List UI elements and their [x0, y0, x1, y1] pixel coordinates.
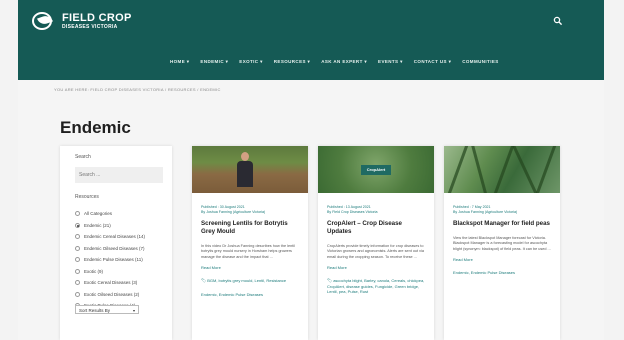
- search-icon[interactable]: [553, 16, 563, 26]
- chevron-down-icon: ▾: [132, 308, 135, 313]
- radio-button[interactable]: [75, 245, 80, 251]
- author-icon: By Joshua Fanning (Agriculture Victoria): [201, 210, 266, 214]
- breadcrumb[interactable]: YOU ARE HERE: FIELD CROP DISEASES VICTOR…: [54, 87, 221, 92]
- read-more-link[interactable]: Read More: [201, 265, 308, 270]
- search-input[interactable]: Search ...: [75, 167, 163, 183]
- card-excerpt: View the latest Blackspot Manager foreca…: [453, 236, 551, 251]
- radio-button[interactable]: [75, 268, 80, 274]
- card-tags[interactable]: 🏷 ascochyta blight, Barley, canola, Cere…: [327, 278, 425, 294]
- resource-card: Published : 30 August 2021 By Joshua Fan…: [192, 146, 308, 340]
- filter-option[interactable]: Exotic (9): [75, 266, 145, 278]
- radio-button-selected[interactable]: [75, 222, 80, 228]
- card-excerpt: CropAlerts provide timely information fo…: [327, 244, 425, 259]
- filter-label: All Categories: [84, 211, 113, 217]
- cropalert-badge: CropAlert: [361, 165, 391, 175]
- card-excerpt: In this video Dr Joshua Fanning describe…: [201, 244, 295, 259]
- filter-label: Endemic (21): [84, 222, 111, 228]
- radio-button[interactable]: [75, 234, 80, 240]
- filter-option[interactable]: Exotic Oilseed Diseases (2): [75, 289, 145, 301]
- radio-button[interactable]: [75, 257, 80, 263]
- filter-option[interactable]: Endemic (21): [75, 220, 145, 232]
- filter-label: Exotic Oilseed Diseases (2): [84, 291, 140, 297]
- filter-sidebar: Search Search ... Resources All Categori…: [60, 146, 172, 340]
- filter-option[interactable]: Exotic Cereal Diseases (3): [75, 277, 145, 289]
- logo-icon: [32, 10, 58, 32]
- sort-label: Sort Results By: [79, 307, 111, 313]
- card-tags[interactable]: 🏷 BGM, botrytis grey mould, Lentil, Resi…: [201, 278, 299, 283]
- author-name: By Joshua Fanning (Agriculture Victoria): [453, 210, 518, 214]
- nav-resources[interactable]: RESOURCES ▾: [274, 59, 310, 65]
- card-categories[interactable]: Endemic, Endemic Pulse Diseases: [201, 292, 299, 297]
- card-tags-text[interactable]: BGM, botrytis grey mould, Lentil, Resist…: [207, 278, 286, 283]
- page-content: YOU ARE HERE: FIELD CROP DISEASES VICTOR…: [18, 80, 604, 340]
- resources-label: Resources: [75, 194, 99, 200]
- filter-option[interactable]: Endemic Pulse Diseases (11): [75, 254, 145, 266]
- search-label: Search: [75, 154, 91, 160]
- nav-home[interactable]: HOME ▾: [170, 59, 189, 65]
- card-title[interactable]: Screening Lentils for Botrytis Grey Moul…: [201, 220, 299, 236]
- nav-endemic[interactable]: ENDEMIC ▾: [200, 59, 228, 65]
- read-more-link[interactable]: Read More: [453, 257, 560, 262]
- nav-exotic[interactable]: EXOTIC ▾: [239, 59, 262, 65]
- resource-card: Published : 7 May 2021 By Joshua Fanning…: [444, 146, 560, 340]
- radio-button[interactable]: [75, 291, 80, 297]
- resource-card: CropAlert Published : 13 August 2021 By …: [318, 146, 434, 340]
- filter-label: Endemic Pulse Diseases (11): [84, 257, 143, 263]
- logo-title: FIELD CROP: [62, 11, 132, 24]
- main-nav: HOME ▾ ENDEMIC ▾ EXOTIC ▾ RESOURCES ▾ AS…: [170, 59, 510, 65]
- card-image[interactable]: CropAlert: [318, 146, 434, 193]
- filter-option[interactable]: All Categories: [75, 208, 145, 220]
- card-meta: Published : 13 August 2021 By Field Crop…: [327, 205, 434, 215]
- card-title[interactable]: CropAlert – Crop Disease Updates: [327, 220, 425, 236]
- site-logo[interactable]: FIELD CROP DISEASES VICTORIA: [32, 10, 132, 32]
- sort-select[interactable]: Sort Results By ▾: [75, 305, 139, 314]
- card-meta: Published : 30 August 2021 By Joshua Fan…: [201, 205, 308, 215]
- filter-label: Exotic Cereal Diseases (3): [84, 280, 138, 286]
- radio-button[interactable]: [75, 280, 80, 286]
- logo-subtitle: DISEASES VICTORIA: [62, 23, 118, 30]
- site-header: FIELD CROP DISEASES VICTORIA HOME ▾ ENDE…: [18, 0, 604, 80]
- card-meta: Published : 7 May 2021 By Joshua Fanning…: [453, 205, 560, 215]
- card-categories[interactable]: Endemic, Endemic Pulse Diseases: [453, 270, 551, 275]
- category-filter-list: All Categories Endemic (21) Endemic Cere…: [75, 208, 145, 312]
- card-title[interactable]: Blackspot Manager for field peas: [453, 220, 551, 228]
- read-more-link[interactable]: Read More: [327, 265, 434, 270]
- card-tags-text[interactable]: ascochyta blight, Barley, canola, Cereal…: [327, 278, 424, 294]
- nav-communities[interactable]: COMMUNITIES: [462, 59, 498, 65]
- filter-label: Endemic Cereal Diseases (14): [84, 234, 146, 240]
- nav-ask-an-expert[interactable]: ASK AN EXPERT ▾: [321, 59, 367, 65]
- filter-label: Endemic Oilseed Diseases (7): [84, 245, 145, 251]
- radio-button[interactable]: [75, 211, 80, 217]
- page-title: Endemic: [60, 118, 131, 137]
- card-image[interactable]: [192, 146, 308, 193]
- card-image[interactable]: [444, 146, 560, 193]
- filter-option[interactable]: Endemic Oilseed Diseases (7): [75, 243, 145, 255]
- nav-events[interactable]: EVENTS ▾: [378, 59, 403, 65]
- filter-label: Exotic (9): [84, 268, 104, 274]
- nav-contact-us[interactable]: CONTACT US ▾: [414, 59, 451, 65]
- filter-option[interactable]: Endemic Cereal Diseases (14): [75, 231, 145, 243]
- person-photo: [237, 152, 253, 187]
- author-name: By Field Crop Diseases Victoria: [327, 210, 378, 214]
